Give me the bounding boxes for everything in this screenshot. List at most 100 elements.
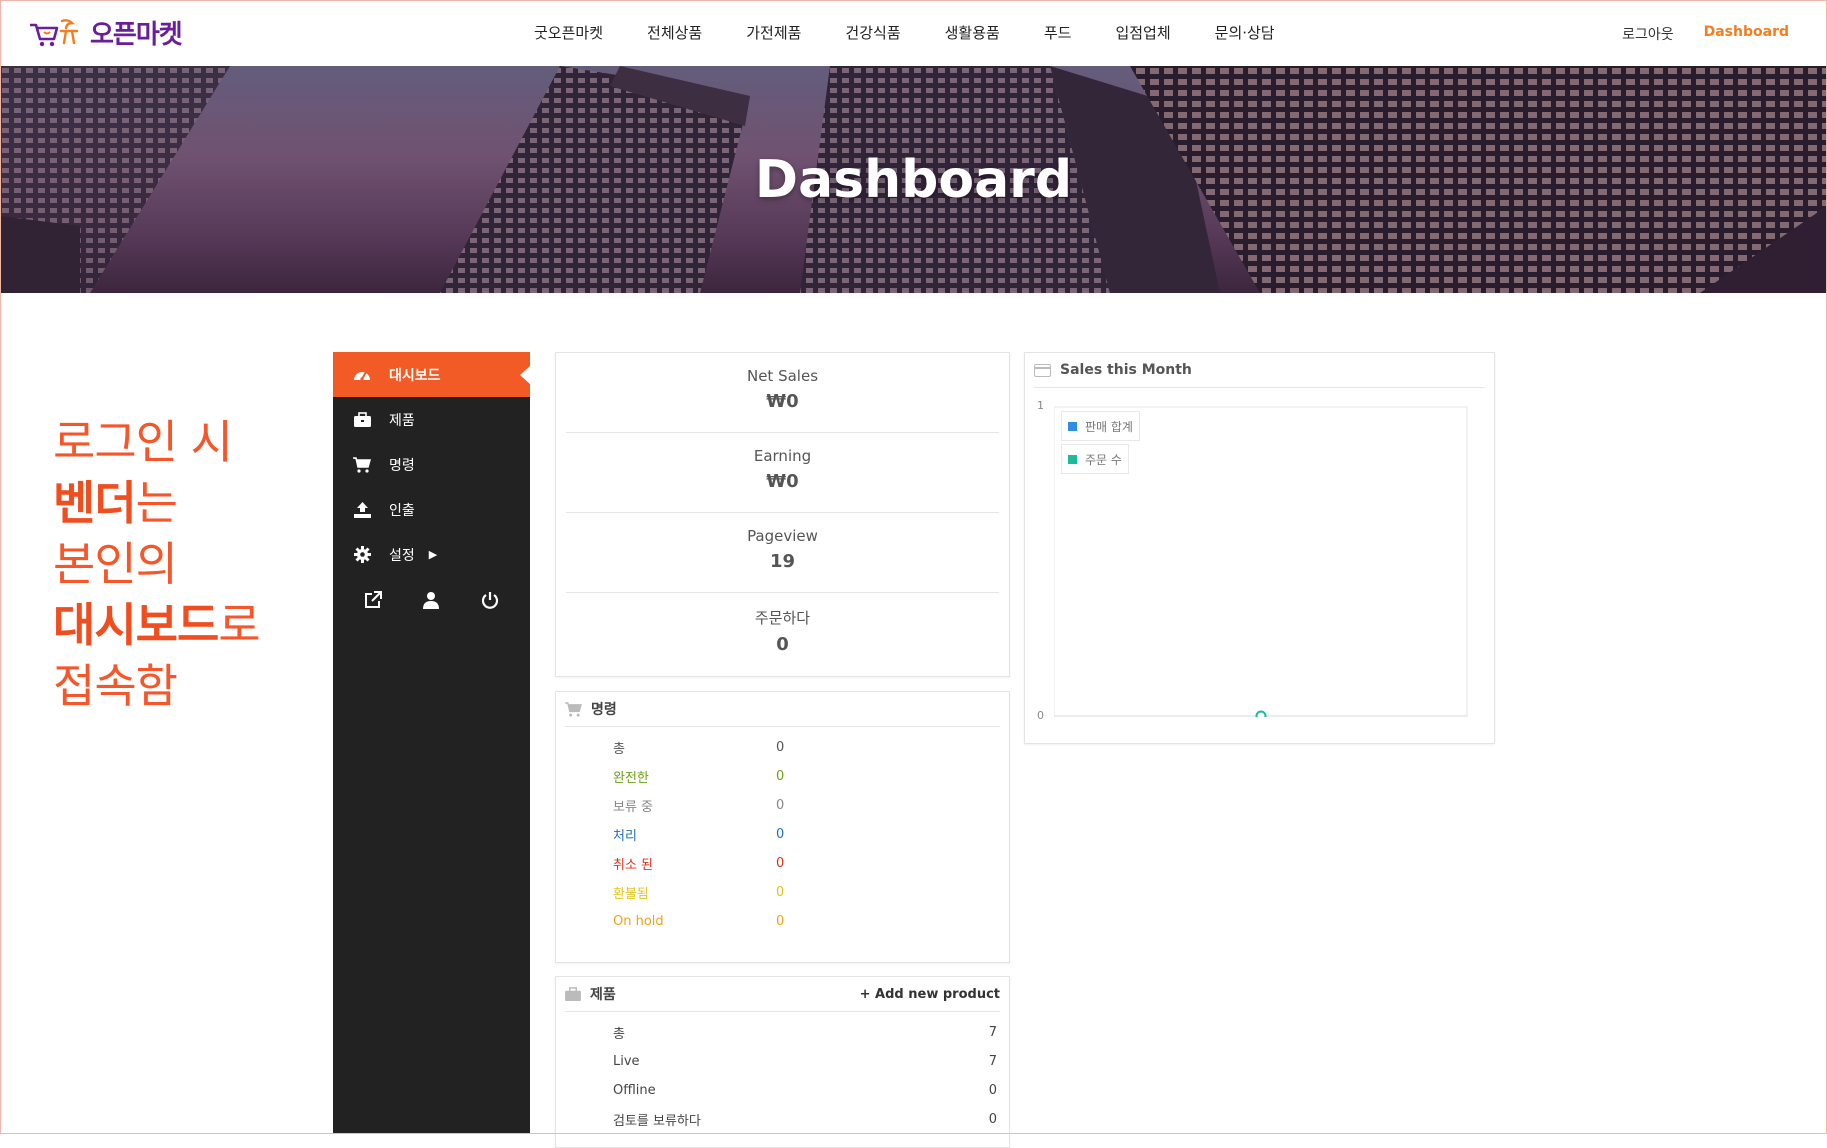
gear-icon — [351, 546, 373, 563]
menu-item-household[interactable]: 생활용품 — [945, 22, 1000, 43]
dashboard-link[interactable]: Dashboard — [1704, 24, 1789, 44]
order-status-row[interactable]: 처리 0 — [556, 820, 1009, 849]
product-status-count: 7 — [988, 1025, 997, 1040]
sidebar-item-dashboard[interactable]: 대시보드 — [333, 352, 531, 397]
hero-banner: Dashboard — [0, 66, 1827, 293]
tagline-dashboard-bold: 대시보드 — [53, 598, 219, 652]
menu-item-food[interactable]: 푸드 — [1044, 22, 1072, 43]
products-card: 제품 + Add new product 총 7 Live 7 Offline 0 검토를 … — [555, 976, 1010, 1148]
stat-earning: Earning ₩0 — [566, 433, 999, 513]
legend-label: 판매 합계 — [1085, 419, 1133, 434]
y-axis-max-label: 1 — [1037, 399, 1044, 412]
menu-item-vendors[interactable]: 입점업체 — [1115, 22, 1170, 43]
sidebar-item-label: 명령 — [389, 457, 415, 474]
add-new-product-link[interactable]: + Add new product — [860, 987, 1000, 1002]
logout-link[interactable]: 로그아웃 — [1622, 24, 1674, 44]
sidebar-item-label: 대시보드 — [389, 367, 441, 384]
sidebar-item-label: 제품 — [389, 412, 415, 429]
data-point-order-count[interactable] — [1255, 710, 1267, 718]
sidebar-item-orders[interactable]: 명령 — [333, 442, 530, 487]
vendor-login-tagline: 로그인 시 벤더는 본인의 대시보드로 접속함 — [53, 412, 261, 717]
menu-item-inquiry[interactable]: 문의·상담 — [1215, 22, 1275, 43]
stat-label: Earning — [753, 447, 812, 465]
order-status-row[interactable]: 완전한 0 — [556, 762, 1009, 791]
logo-text: 오픈마켓 — [90, 20, 183, 50]
order-status-row[interactable]: On hold 0 — [556, 907, 1009, 936]
summary-stats-card: Net Sales ₩0 Earning ₩0 Pageview 19 주문하다… — [555, 352, 1010, 677]
menu-item-all-products[interactable]: 전체상품 — [647, 22, 702, 43]
order-status-row[interactable]: 취소 된 0 — [556, 849, 1009, 878]
upload-icon — [351, 501, 373, 518]
order-status-label: 완전한 — [613, 771, 649, 786]
products-status-list: 총 7 Live 7 Offline 0 검토를 보류하다 0 — [556, 1012, 1009, 1134]
sales-card-header: Sales this Month — [1034, 353, 1485, 388]
sidebar-item-settings[interactable]: 설정 ▶ — [333, 532, 530, 577]
orders-status-list: 총 0 완전한 0 보류 중 0 처리 0 취소 된 0 환불됨 0 On hold 0 — [556, 727, 1009, 936]
credit-card-icon — [1034, 363, 1051, 377]
legend-swatch — [1068, 454, 1077, 464]
tagline-vendor-bold: 벤더 — [53, 476, 137, 530]
product-status-row[interactable]: 총7 — [556, 1018, 1009, 1047]
sales-chart-card: Sales this Month 1 0 판매 합계 주문 수 — [1024, 352, 1495, 744]
stat-value: 0 — [776, 634, 789, 655]
order-status-row[interactable]: 보류 중 0 — [556, 791, 1009, 820]
vendor-sidebar: 대시보드 제품 명령 인출 설정 ▶ — [333, 352, 531, 1134]
legend-item-order-count[interactable]: 주문 수 — [1061, 444, 1129, 474]
product-status-label: Offline — [613, 1083, 656, 1098]
orders-card-title: 명령 — [591, 702, 617, 718]
order-status-row[interactable]: 총0 — [556, 733, 1009, 762]
stat-pageview: Pageview 19 — [566, 513, 999, 593]
product-status-row[interactable]: Live 7 — [556, 1047, 1009, 1076]
product-status-label: 검토를 보류하다 — [613, 1114, 701, 1129]
stat-label: Pageview — [747, 527, 818, 545]
order-status-count: 0 — [776, 740, 785, 755]
sidebar-item-withdraw[interactable]: 인출 — [333, 487, 530, 532]
sidebar-item-products[interactable]: 제품 — [333, 397, 530, 442]
order-status-label: 취소 된 — [613, 858, 654, 873]
briefcase-icon — [565, 987, 581, 1001]
y-axis-min-label: 0 — [1037, 709, 1044, 722]
product-status-label: Live — [613, 1054, 640, 1069]
menu-item-appliances[interactable]: 가전제품 — [746, 22, 801, 43]
main-menu: 굿오픈마켓 전체상품 가전제품 건강식품 생활용품 푸드 입점업체 문의·상담 — [534, 22, 1319, 43]
power-icon[interactable] — [481, 591, 499, 609]
external-link-icon[interactable] — [364, 591, 382, 609]
products-card-header: 제품 + Add new product — [565, 977, 1000, 1012]
menu-item-health-food[interactable]: 건강식품 — [845, 22, 900, 43]
order-status-label: 처리 — [613, 829, 637, 844]
legend-item-sales-total[interactable]: 판매 합계 — [1061, 411, 1140, 441]
top-right-links: 로그아웃 Dashboard — [1622, 24, 1789, 44]
legend-label: 주문 수 — [1085, 452, 1122, 467]
order-status-count: 0 — [776, 885, 785, 900]
user-icon[interactable] — [423, 591, 440, 609]
product-status-count: 7 — [988, 1054, 997, 1069]
site-logo[interactable]: 오픈마켓 — [28, 14, 183, 51]
stat-net-sales: Net Sales ₩0 — [566, 353, 999, 433]
order-status-count: 0 — [776, 798, 785, 813]
orders-card-header: 명령 — [565, 692, 1000, 727]
product-status-count: 0 — [988, 1112, 997, 1127]
stat-value: ₩0 — [766, 391, 799, 412]
tagline-line-5: 접속함 — [53, 659, 178, 713]
stat-value: 19 — [769, 551, 796, 572]
tagline-line-3: 본인의 — [53, 537, 178, 591]
order-status-row[interactable]: 환불됨 0 — [556, 878, 1009, 907]
order-status-label: 보류 중 — [613, 800, 654, 815]
menu-item-good-openmarket[interactable]: 굿오픈마켓 — [534, 22, 603, 43]
hero-title: Dashboard — [754, 150, 1073, 210]
order-status-count: 0 — [776, 856, 785, 871]
orders-card: 명령 총 0 완전한 0 보류 중 0 처리 0 취소 된 0 환불됨 0 On hold 0 — [555, 691, 1010, 963]
chart-legend: 판매 합계 주문 수 — [1061, 411, 1140, 474]
order-status-count: 0 — [776, 827, 785, 842]
product-status-count: 0 — [988, 1083, 997, 1098]
sidebar-bottom-actions — [333, 579, 530, 621]
product-status-row[interactable]: Offline 0 — [556, 1076, 1009, 1105]
order-status-label: 환불됨 — [613, 887, 649, 902]
stat-value: ₩0 — [766, 471, 799, 492]
caret-right-icon: ▶ — [428, 548, 438, 561]
sidebar-item-label: 인출 — [389, 502, 415, 519]
cart-logo-icon — [30, 18, 79, 46]
cart-icon — [565, 701, 582, 717]
order-status-label: On hold — [613, 914, 664, 929]
product-status-row[interactable]: 검토를 보류하다 0 — [556, 1105, 1009, 1134]
